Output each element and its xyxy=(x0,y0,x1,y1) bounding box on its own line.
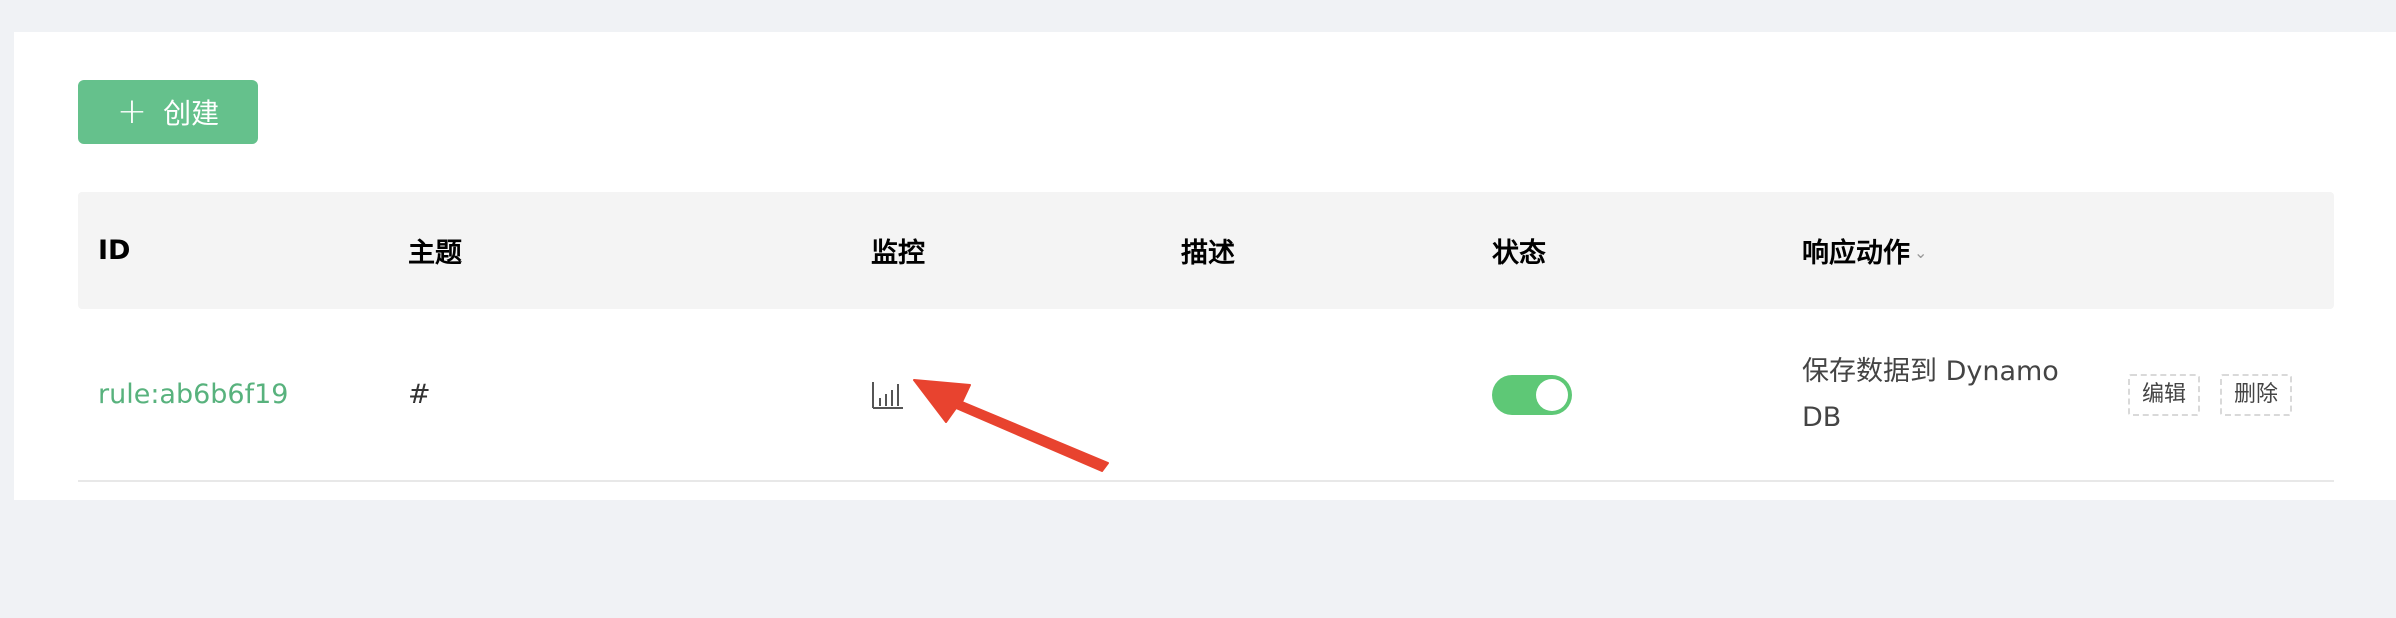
table-row: rule:ab6b6f19 # 保存数据到 Dynamo DB 编辑 删除 xyxy=(78,309,2334,482)
content-panel: + 创建 ID 主题 监控 描述 状态 响应动作 ⌄ rule:ab6b6f19… xyxy=(14,32,2396,500)
column-header-id: ID xyxy=(98,192,130,309)
create-button-label: 创建 xyxy=(163,97,220,130)
create-button[interactable]: + 创建 xyxy=(78,80,258,144)
column-header-status-label: 状态 xyxy=(1492,238,1546,269)
cell-operations: 编辑 删除 xyxy=(2128,309,2293,480)
plus-icon: + xyxy=(116,91,148,132)
status-toggle[interactable] xyxy=(1492,374,1572,415)
column-header-description: 描述 xyxy=(1181,192,1235,309)
status-toggle-knob xyxy=(1536,378,1568,411)
column-header-status: 状态 xyxy=(1492,192,1546,309)
column-header-id-label: ID xyxy=(98,235,131,266)
rule-topic: # xyxy=(408,379,431,410)
column-header-actions-label: 响应动作 xyxy=(1802,238,1910,269)
cell-monitor xyxy=(871,309,905,480)
cell-topic: # xyxy=(408,309,431,480)
table-header: ID 主题 监控 描述 状态 响应动作 ⌄ xyxy=(78,192,2334,309)
bar-chart-icon[interactable] xyxy=(871,380,905,410)
cell-actions: 保存数据到 Dynamo DB xyxy=(1802,309,2102,480)
delete-button[interactable]: 删除 xyxy=(2220,373,2293,416)
chevron-down-icon[interactable]: ⌄ xyxy=(1914,243,1927,262)
edit-button[interactable]: 编辑 xyxy=(2128,373,2201,416)
column-header-topic-label: 主题 xyxy=(408,238,462,269)
cell-id: rule:ab6b6f19 xyxy=(98,309,288,480)
column-header-topic: 主题 xyxy=(408,192,462,309)
column-header-monitor-label: 监控 xyxy=(871,238,925,269)
rule-id-link[interactable]: rule:ab6b6f19 xyxy=(98,379,288,410)
action-description: 保存数据到 Dynamo DB xyxy=(1802,355,2059,433)
cell-status xyxy=(1492,309,1572,480)
column-header-actions[interactable]: 响应动作 ⌄ xyxy=(1802,192,1927,309)
page: + 创建 ID 主题 监控 描述 状态 响应动作 ⌄ rule:ab6b6f19… xyxy=(0,0,2396,618)
column-header-monitor: 监控 xyxy=(871,192,925,309)
column-header-description-label: 描述 xyxy=(1181,238,1235,269)
